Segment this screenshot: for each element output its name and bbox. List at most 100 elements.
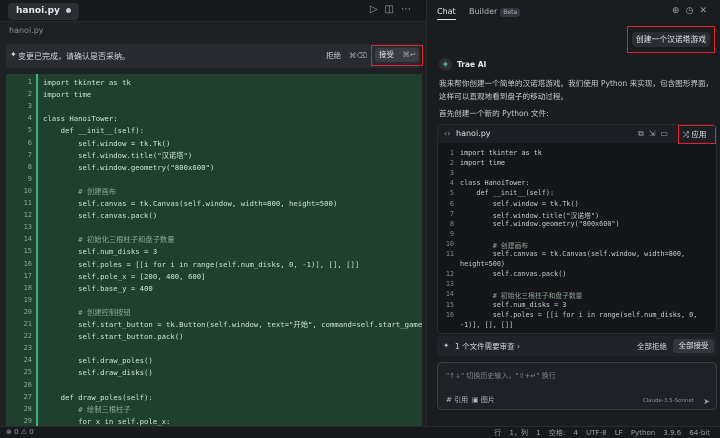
card-line-number: 2	[449, 159, 454, 168]
run-icon[interactable]: ▷	[370, 4, 385, 15]
beta-badge: Beta	[500, 8, 521, 17]
new-chat-icon[interactable]: ⊕	[672, 6, 686, 16]
editor-actions: ▷◫⋯	[370, 4, 418, 15]
card-code-line: def __init__(self):	[460, 189, 555, 198]
send-icon[interactable]: ➤	[703, 397, 710, 406]
accept-highlight: 接受 ⌘↵	[371, 45, 423, 66]
editor-code-line: # 绘制三根柱子	[43, 404, 131, 414]
editor-code-line: self.canvas.pack()	[43, 211, 158, 221]
editor-line-number: 16	[23, 259, 32, 268]
insert-icon[interactable]: ⇲	[649, 129, 661, 138]
editor-line-number: 23	[23, 344, 32, 353]
tab-chat[interactable]: Chat	[437, 7, 456, 20]
copy-icon[interactable]: ⧉	[638, 129, 649, 138]
editor-tab-bar: hanoi.py ▷◫⋯	[0, 0, 426, 22]
more-icon[interactable]: ⋯	[401, 4, 418, 15]
editor-line-number: 6	[27, 138, 32, 147]
editor-line-number: 1	[27, 78, 32, 86]
reference-button[interactable]: # 引用	[446, 395, 468, 405]
card-code-line: self.window.title("汉诺塔")	[460, 211, 600, 220]
editor-code-line: self.canvas = tk.Canvas(self.window, wid…	[43, 199, 338, 208]
reject-shortcut: ⌘⌫	[349, 51, 368, 60]
sparkle-icon: ✦	[10, 50, 17, 59]
editor-line-number: 11	[23, 199, 32, 207]
editor-code-line: for x in self.pole_x:	[43, 416, 171, 426]
code-card-actions: ⧉⇲▭	[638, 129, 673, 139]
card-line-number: 12	[445, 270, 454, 279]
editor-line-number: 17	[23, 271, 32, 280]
editor-line-number: 12	[23, 211, 32, 220]
history-icon[interactable]: ◷	[686, 6, 700, 16]
tab-hanoi-py[interactable]: hanoi.py	[8, 3, 79, 20]
editor-code-line: import tkinter as tk	[43, 78, 131, 87]
editor-line-number: 25	[23, 368, 32, 377]
editor-line-number: 18	[23, 283, 32, 292]
status-info[interactable]: 行 1，列 1 空格: 4 UTF-8 LF Python 3.9.6 64-b…	[494, 428, 710, 438]
accept-button[interactable]: 接受 ⌘↵	[375, 48, 419, 62]
card-line-number: 4	[449, 179, 454, 188]
breadcrumb[interactable]: hanoi.py	[9, 26, 44, 35]
editor-code-line: self.pole_x = [200, 400, 600]	[43, 271, 206, 281]
code-editor[interactable]: 1 import tkinter as tk 2 import time 3 4 class…	[6, 74, 422, 426]
card-code-line: self.canvas.pack()	[460, 270, 567, 279]
apply-highlight: ⤮ 应用	[678, 125, 716, 144]
card-line-number: 8	[449, 219, 454, 228]
editor-line-number: 26	[23, 380, 32, 389]
model-selector[interactable]: Claude-3.5-Sonnet	[643, 398, 694, 404]
editor-line-number: 19	[23, 295, 32, 304]
user-message-highlight: 创建一个汉诺塔游戏	[627, 26, 715, 53]
terminal-icon[interactable]: ▭	[660, 129, 673, 138]
editor-line-number: 10	[23, 186, 32, 195]
editor-line-number: 5	[27, 126, 32, 135]
card-line-number: 13	[445, 280, 454, 289]
close-icon[interactable]: ✕	[699, 6, 713, 16]
chat-input[interactable]: "↑↓" 切换历史输入，"⇧+↵" 换行 # 引用 ▣ 图片 Claude-3.…	[437, 362, 717, 410]
editor-code-line: def draw_poles(self):	[43, 392, 153, 402]
editor-line-number: 22	[23, 332, 32, 341]
review-text[interactable]: 1 个文件需要审查 ›	[455, 341, 520, 352]
ai-first-text: 首先创建一个新的 Python 文件:	[439, 109, 549, 118]
editor-code-line: self.start_button.pack()	[43, 332, 184, 342]
editor-line-number: 13	[23, 223, 32, 232]
editor-line-number: 7	[27, 150, 32, 159]
review-bar: ✦ 1 个文件需要审查 › 全部拒绝 全部接受	[437, 336, 717, 356]
editor-code-line: def __init__(self):	[43, 126, 145, 136]
editor-code-line: # 创建画布	[43, 186, 117, 196]
editor-line-number: 29	[23, 416, 32, 425]
card-code-line: -1)], [], []]	[460, 320, 514, 329]
editor-line-number: 24	[23, 356, 32, 365]
card-code-line: self.window = tk.Tk()	[460, 199, 579, 208]
reject-all-button[interactable]: 全部拒绝	[637, 341, 667, 352]
reject-button[interactable]: 拒绝	[326, 49, 341, 63]
editor-code-line: self.draw_poles()	[43, 356, 153, 366]
editor-line-number: 21	[23, 320, 32, 328]
code-card-header: ‹› hanoi.py ⧉⇲▭ ⤮ 应用	[438, 125, 716, 144]
card-code-line: self.num_disks = 3	[460, 300, 567, 309]
card-code-line: self.canvas = tk.Canvas(self.window, wid…	[460, 250, 686, 258]
editor-line-number: 3	[27, 102, 32, 111]
image-icon: ▣	[472, 396, 479, 404]
card-code-line: height=500)	[460, 260, 506, 269]
card-code-line: # 创建画布	[460, 241, 529, 250]
trae-ai-avatar: ◈	[439, 58, 452, 71]
split-editor-icon[interactable]: ◫	[385, 4, 401, 15]
editor-code-line: class HanoiTower:	[43, 114, 118, 124]
unsaved-dot-icon	[65, 8, 71, 13]
accept-all-button[interactable]: 全部接受	[673, 339, 714, 353]
diff-added-gutter	[36, 74, 38, 426]
editor-line-number: 15	[23, 247, 32, 256]
tab-builder[interactable]: Builder Beta	[469, 7, 521, 17]
card-line-number: 3	[449, 169, 454, 178]
card-line-number: 5	[449, 189, 454, 198]
ai-name: Trae AI	[457, 60, 487, 69]
problems-indicator[interactable]: ⊗ 0 ⚠ 0	[6, 428, 34, 436]
editor-line-number: 2	[27, 90, 32, 99]
notice-text: 变更已完成，请确认是否采纳。	[18, 52, 130, 61]
image-button[interactable]: ▣ 图片	[472, 395, 495, 405]
chat-actions: ⊕◷✕	[672, 6, 713, 16]
card-code-line: self.window.geometry("800x600")	[460, 219, 620, 228]
editor-code-line: self.start_button = tk.Button(self.windo…	[43, 320, 422, 329]
editor-pane: hanoi.py ▷◫⋯ hanoi.py ✦ 变更已完成，请确认是否采纳。 拒…	[0, 0, 426, 426]
editor-line-number: 27	[23, 392, 32, 401]
apply-button[interactable]: ⤮ 应用	[683, 129, 706, 140]
